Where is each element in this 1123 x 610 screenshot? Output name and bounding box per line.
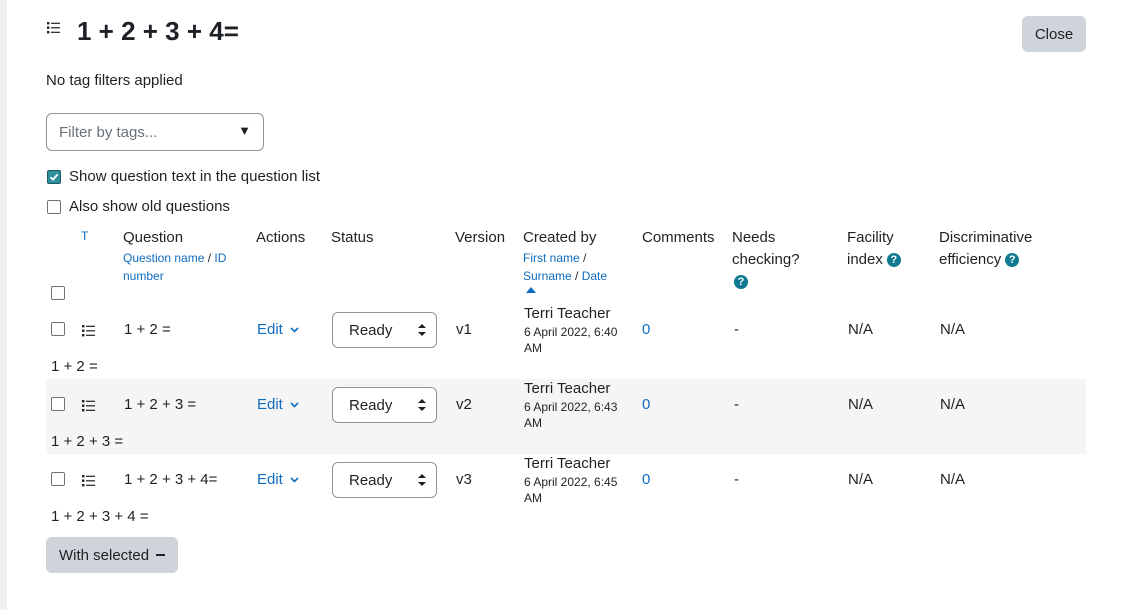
created-date: 6 April 2022, 6:43 AM [524, 400, 618, 430]
creator-name: Terri Teacher [524, 305, 611, 322]
edit-menu[interactable]: Edit [257, 396, 299, 413]
with-selected-button[interactable]: With selected [46, 537, 178, 573]
creator-name: Terri Teacher [524, 455, 611, 472]
chevron-down-icon [290, 477, 299, 483]
status-select-value: Ready [349, 471, 393, 489]
facility-index-value: N/A [848, 396, 874, 413]
created-by-cell: Terri Teacher 6 April 2022, 6:43 AM [524, 381, 634, 431]
facility-index-value: N/A [848, 321, 874, 338]
status-select-value: Ready [349, 396, 393, 414]
sort-separator: / [571, 269, 582, 283]
question-type-icon [46, 14, 62, 36]
comments-link[interactable]: 0 [642, 471, 650, 488]
row-select-checkbox[interactable] [51, 397, 65, 411]
select-arrows-icon [418, 399, 426, 411]
status-select[interactable]: Ready [332, 462, 437, 498]
facility-index-value: N/A [848, 471, 874, 488]
dropdown-arrow-icon[interactable]: ▼ [238, 123, 251, 138]
question-version: v1 [456, 321, 472, 338]
needs-checking-value: - [734, 396, 739, 413]
tag-filter-input[interactable]: Filter by tags... ▼ [46, 113, 264, 151]
chevron-down-icon [290, 327, 299, 333]
question-type-icon [82, 325, 95, 337]
created-by-header-label: Created by [523, 229, 597, 246]
created-by-sort-links: First name / Surname / Date [523, 249, 633, 285]
sort-surname-link[interactable]: Surname [523, 269, 572, 283]
left-panel-edge [0, 0, 7, 610]
status-select[interactable]: Ready [332, 312, 437, 348]
question-sort-links: Question name / ID number [123, 249, 243, 285]
question-text: 1 + 2 + 3 = [51, 433, 124, 450]
sort-question-name-link[interactable]: Question name [123, 251, 204, 265]
status-select-value: Ready [349, 321, 393, 339]
show-question-text-checkbox[interactable] [47, 169, 61, 184]
with-selected-label: With selected [59, 546, 150, 564]
select-all-checkbox[interactable] [51, 286, 65, 300]
question-text: 1 + 2 + 3 + 4 = [51, 508, 149, 525]
help-icon[interactable]: ? [734, 275, 748, 290]
status-select[interactable]: Ready [332, 387, 437, 423]
edit-menu[interactable]: Edit [257, 471, 299, 488]
created-date: 6 April 2022, 6:45 AM [524, 475, 618, 505]
column-header-created-by: Created by First name / Surname / Date [523, 227, 633, 293]
help-icon[interactable]: ? [1005, 253, 1020, 268]
discriminative-efficiency-value: N/A [940, 396, 966, 413]
select-arrows-icon [418, 324, 426, 336]
question-type-icon [82, 400, 95, 412]
sort-by-type-link[interactable]: T [81, 227, 88, 245]
column-header-comments: Comments [642, 229, 715, 246]
needs-checking-value: - [734, 471, 739, 488]
show-old-questions-checkbox[interactable] [47, 199, 61, 214]
show-old-questions-option[interactable]: Also show old questions [46, 198, 230, 215]
sort-date-link[interactable]: Date [582, 269, 607, 283]
show-old-questions-label: Also show old questions [69, 198, 230, 215]
close-button[interactable]: Close [1022, 16, 1086, 52]
question-version: v3 [456, 471, 472, 488]
column-header-actions: Actions [256, 229, 306, 246]
question-name: 1 + 2 + 3 + 4= [124, 471, 218, 488]
question-version: v2 [456, 396, 472, 413]
needs-checking-label: Needs checking? [732, 229, 800, 268]
question-type-icon [82, 475, 95, 487]
question-name: 1 + 2 = [124, 321, 171, 338]
column-header-facility-index: Facility index? [847, 227, 927, 271]
show-question-text-label: Show question text in the question list [69, 168, 320, 185]
column-header-version: Version [455, 229, 506, 246]
column-header-question: Question Question name / ID number [123, 227, 243, 285]
sort-separator: / [579, 251, 587, 265]
edit-menu[interactable]: Edit [257, 321, 299, 338]
row-select-checkbox[interactable] [51, 322, 65, 336]
column-header-needs-checking: Needs checking? ? [732, 227, 822, 293]
edit-menu-label: Edit [257, 471, 283, 488]
row-select-checkbox[interactable] [51, 472, 65, 486]
help-icon[interactable]: ? [886, 253, 901, 268]
page-title: 1 + 2 + 3 + 4= [77, 16, 239, 46]
edit-menu-label: Edit [257, 396, 283, 413]
question-name: 1 + 2 + 3 = [124, 396, 197, 413]
show-question-text-option[interactable]: Show question text in the question list [46, 168, 320, 185]
edit-menu-label: Edit [257, 321, 283, 338]
creator-name: Terri Teacher [524, 380, 611, 397]
sort-separator: / [204, 251, 215, 265]
discriminative-efficiency-value: N/A [940, 321, 966, 338]
created-by-cell: Terri Teacher 6 April 2022, 6:45 AM [524, 456, 634, 506]
collapse-icon [156, 554, 166, 556]
column-header-discriminative-efficiency: Discriminative efficiency? [939, 227, 1049, 271]
column-header-status: Status [331, 229, 374, 246]
select-arrows-icon [418, 474, 426, 486]
question-text: 1 + 2 = [51, 358, 98, 375]
sort-first-name-link[interactable]: First name [523, 251, 580, 265]
chevron-down-icon [290, 402, 299, 408]
discriminative-efficiency-value: N/A [940, 471, 966, 488]
tag-filter-status: No tag filters applied [46, 72, 183, 89]
sort-ascending-icon [526, 287, 536, 293]
comments-link[interactable]: 0 [642, 321, 650, 338]
question-header-label: Question [123, 229, 184, 246]
tag-filter-placeholder: Filter by tags... [59, 123, 158, 141]
comments-link[interactable]: 0 [642, 396, 650, 413]
needs-checking-value: - [734, 321, 739, 338]
created-by-cell: Terri Teacher 6 April 2022, 6:40 AM [524, 306, 634, 356]
created-date: 6 April 2022, 6:40 AM [524, 325, 618, 355]
